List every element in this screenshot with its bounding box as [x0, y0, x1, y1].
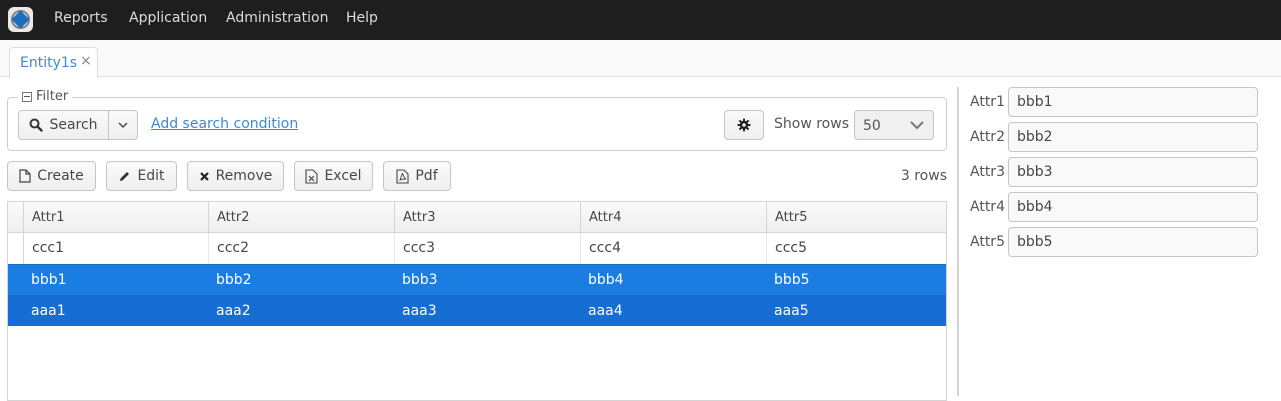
top-menu-bar: Reports Application Administration Help	[0, 0, 1281, 40]
excel-button-label: Excel	[324, 168, 362, 184]
table-cell: ccc3	[394, 233, 580, 264]
field-label-attr1: Attr1	[970, 94, 1005, 110]
excel-button[interactable]: Excel	[294, 161, 373, 191]
table-row-selected[interactable]: aaa1 aaa2 aaa3 aaa4 aaa5	[8, 295, 946, 326]
pencil-icon	[120, 171, 130, 181]
tab-strip: Entity1s ×	[0, 40, 1281, 78]
table-cell: aaa1	[31, 303, 66, 319]
attr3-field[interactable]: bbb3	[1008, 157, 1258, 187]
field-label-attr2: Attr2	[970, 129, 1005, 145]
table-cell: aaa3	[402, 303, 437, 319]
field-label-attr3: Attr3	[970, 164, 1005, 180]
search-icon	[29, 118, 44, 132]
menu-item-reports[interactable]: Reports	[54, 10, 108, 26]
gear-icon	[737, 118, 751, 132]
table-cell: aaa4	[588, 303, 623, 319]
excel-file-icon	[305, 168, 319, 184]
tab-label: Entity1s	[20, 55, 78, 71]
pdf-file-icon	[396, 168, 409, 184]
pdf-button-label: Pdf	[415, 168, 438, 184]
settings-button[interactable]	[724, 110, 764, 140]
search-button-label: Search	[49, 117, 98, 133]
table-cell: ccc5	[766, 233, 946, 264]
split-panel-divider[interactable]	[957, 87, 959, 396]
column-header-attr4[interactable]: Attr4	[580, 202, 766, 233]
menu-item-administration[interactable]: Administration	[226, 10, 328, 26]
show-rows-label: Show rows	[774, 116, 849, 132]
table-cell: bbb5	[774, 272, 810, 288]
attr5-field[interactable]: bbb5	[1008, 227, 1258, 257]
table-cell: bbb2	[216, 272, 252, 288]
file-icon	[19, 169, 31, 183]
collapse-icon[interactable]	[22, 91, 32, 102]
add-search-condition-link[interactable]: Add search condition	[151, 116, 298, 132]
filter-legend-label: Filter	[36, 89, 69, 104]
attr2-field[interactable]: bbb2	[1008, 122, 1258, 152]
rows-per-page-select[interactable]: 50	[854, 110, 934, 140]
table-cell: bbb3	[402, 272, 438, 288]
menu-item-help[interactable]: Help	[346, 10, 378, 26]
close-icon	[199, 171, 209, 181]
field-label-attr5: Attr5	[970, 234, 1005, 250]
create-button[interactable]: Create	[7, 161, 96, 191]
attr1-field[interactable]: bbb1	[1008, 87, 1258, 117]
chevron-down-icon	[910, 121, 924, 130]
data-table[interactable]: Attr1 Attr2 Attr3 Attr4 Attr5 ccc1 ccc2 …	[7, 201, 947, 401]
create-button-label: Create	[37, 168, 84, 184]
search-button[interactable]: Search	[18, 110, 109, 140]
table-header: Attr1 Attr2 Attr3 Attr4 Attr5	[8, 202, 946, 233]
row-count: 3 rows	[900, 168, 947, 184]
table-cell: ccc1	[23, 233, 208, 264]
pdf-button[interactable]: Pdf	[383, 161, 451, 191]
select-all-column[interactable]	[8, 202, 23, 233]
table-row[interactable]: ccc1 ccc2 ccc3 ccc4 ccc5	[8, 233, 946, 264]
table-cell: bbb1	[31, 272, 67, 288]
remove-button[interactable]: Remove	[187, 161, 284, 191]
app-logo-icon[interactable]	[8, 7, 33, 32]
chevron-down-icon	[118, 122, 128, 128]
filter-legend[interactable]: Filter	[18, 89, 73, 104]
column-header-attr2[interactable]: Attr2	[208, 202, 394, 233]
table-cell: ccc2	[208, 233, 394, 264]
column-header-attr3[interactable]: Attr3	[394, 202, 580, 233]
table-cell: bbb4	[588, 272, 624, 288]
column-header-attr5[interactable]: Attr5	[766, 202, 946, 233]
attr4-field[interactable]: bbb4	[1008, 192, 1258, 222]
edit-button[interactable]: Edit	[106, 161, 177, 191]
edit-button-label: Edit	[137, 168, 165, 184]
table-cell: aaa5	[774, 303, 809, 319]
table-cell: ccc4	[580, 233, 766, 264]
field-label-attr4: Attr4	[970, 199, 1005, 215]
column-header-attr1[interactable]: Attr1	[23, 202, 208, 233]
menu-item-application[interactable]: Application	[129, 10, 207, 26]
table-cell: aaa2	[216, 303, 251, 319]
remove-button-label: Remove	[215, 168, 273, 184]
search-options-dropdown[interactable]	[108, 110, 138, 140]
rows-per-page-value: 50	[863, 118, 881, 134]
table-row-selected[interactable]: bbb1 bbb2 bbb3 bbb4 bbb5	[8, 264, 946, 295]
tab-close-icon[interactable]: ×	[80, 53, 92, 69]
tab-entity1s[interactable]: Entity1s ×	[9, 47, 98, 78]
